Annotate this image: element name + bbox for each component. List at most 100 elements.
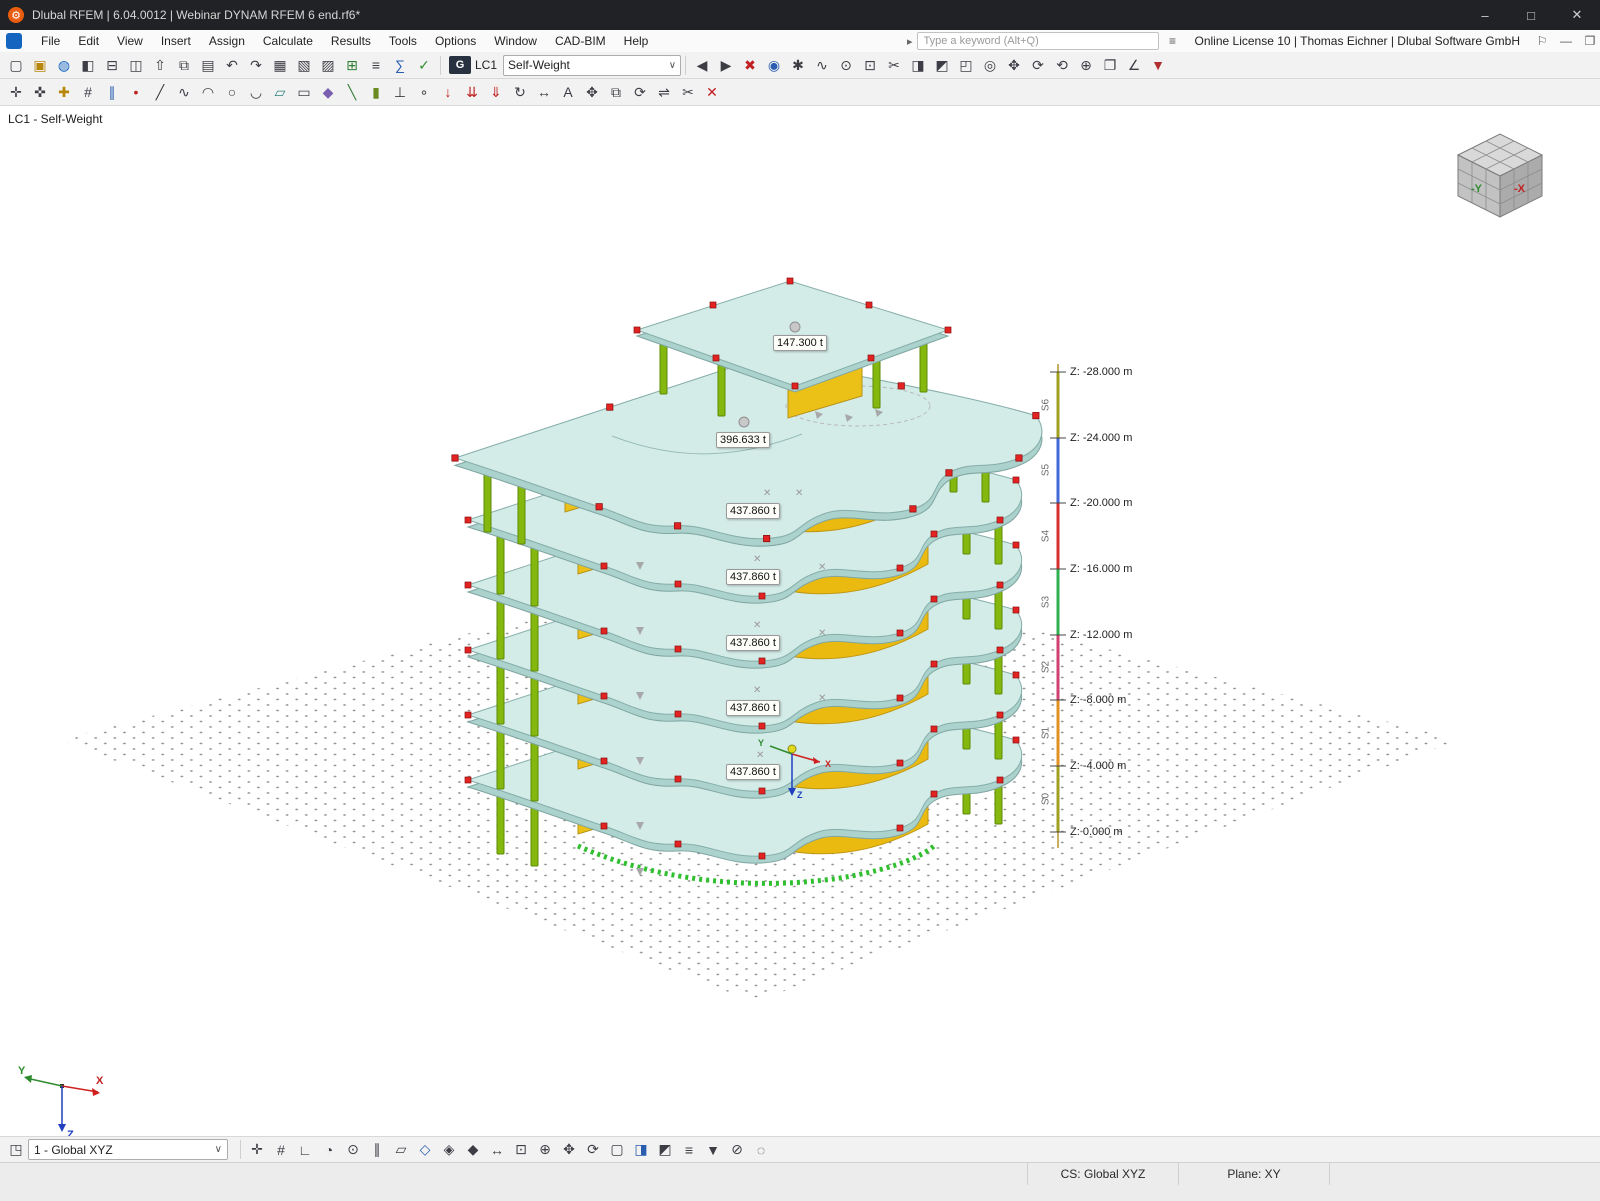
child-minimize-icon[interactable]: —: [1556, 34, 1576, 48]
next-load-case-icon[interactable]: ▶: [714, 54, 738, 77]
grid-icon[interactable]: #: [76, 81, 100, 104]
mirror-objects-icon[interactable]: ⇌: [652, 81, 676, 104]
search-expand-icon[interactable]: ▸: [907, 35, 913, 48]
line-tool-icon[interactable]: ╱: [148, 81, 172, 104]
selection-filter-icon[interactable]: ▼: [701, 1138, 725, 1161]
paste-icon[interactable]: ▤: [196, 54, 220, 77]
column-tool-icon[interactable]: ▮: [364, 81, 388, 104]
dimension-lines-icon[interactable]: ↔: [485, 1138, 509, 1161]
menu-item[interactable]: CAD-BIM: [546, 30, 615, 52]
plane-xy-icon[interactable]: ◇: [413, 1138, 437, 1161]
opening-tool-icon[interactable]: ▭: [292, 81, 316, 104]
design-check-icon[interactable]: ✓: [412, 54, 436, 77]
export-icon[interactable]: ⇧: [148, 54, 172, 77]
solid-mode-icon[interactable]: ◨: [629, 1138, 653, 1161]
navigator-icon[interactable]: ◧: [76, 54, 100, 77]
keyword-search-input[interactable]: [916, 32, 1159, 50]
ortho-toggle-icon[interactable]: ∟: [293, 1138, 317, 1161]
rotate-objects-icon[interactable]: ⟳: [628, 81, 652, 104]
isometric-view-icon[interactable]: ◰: [954, 54, 978, 77]
support-tool-icon[interactable]: ⊥: [388, 81, 412, 104]
wireframe-mode-icon[interactable]: ▢: [605, 1138, 629, 1161]
new-model-icon[interactable]: ▢: [4, 54, 28, 77]
member-tool-icon[interactable]: ╲: [340, 81, 364, 104]
result-diagram-icon[interactable]: ∿: [810, 54, 834, 77]
print-icon[interactable]: ⊟: [100, 54, 124, 77]
snap-icon[interactable]: ✚: [52, 81, 76, 104]
visibility-eye-icon[interactable]: ⊙: [834, 54, 858, 77]
circle-tool-icon[interactable]: ○: [220, 81, 244, 104]
guideline-icon[interactable]: ∥: [100, 81, 124, 104]
rotate-view-icon[interactable]: ⟳: [1026, 54, 1050, 77]
grid-toggle-icon[interactable]: #: [269, 1138, 293, 1161]
zoom-window-icon[interactable]: ⊡: [509, 1138, 533, 1161]
render-solid-icon[interactable]: ◨: [906, 54, 930, 77]
rotate-3d-icon[interactable]: ⟳: [581, 1138, 605, 1161]
menu-item[interactable]: Edit: [69, 30, 108, 52]
snap-toggle-icon[interactable]: ✛: [245, 1138, 269, 1161]
printout-report-icon[interactable]: ▨: [316, 54, 340, 77]
node-tool-icon[interactable]: •: [124, 81, 148, 104]
menu-item[interactable]: File: [32, 30, 69, 52]
polar-toggle-icon[interactable]: ◔: [317, 1138, 341, 1161]
tables-icon[interactable]: ▦: [268, 54, 292, 77]
render-transparent-icon[interactable]: ◩: [930, 54, 954, 77]
spline-tool-icon[interactable]: ◡: [244, 81, 268, 104]
select-icon[interactable]: ✛: [4, 81, 28, 104]
copy-icon[interactable]: ⧉: [172, 54, 196, 77]
line-load-icon[interactable]: ⇊: [460, 81, 484, 104]
copy-objects-icon[interactable]: ⧉: [604, 81, 628, 104]
excel-export-icon[interactable]: ⊞: [340, 54, 364, 77]
arc-tool-icon[interactable]: ◠: [196, 81, 220, 104]
minimize-button[interactable]: –: [1462, 0, 1508, 30]
open-model-icon[interactable]: ▣: [28, 54, 52, 77]
maximize-button[interactable]: □: [1508, 0, 1554, 30]
clipping-box-icon[interactable]: ⊡: [858, 54, 882, 77]
coordinate-system-select[interactable]: 1 - Global XYZ ∨: [28, 1139, 228, 1160]
layers-icon[interactable]: ≡: [677, 1138, 701, 1161]
move-objects-icon[interactable]: ✥: [580, 81, 604, 104]
trim-objects-icon[interactable]: ✂: [676, 81, 700, 104]
measure-icon[interactable]: ∠: [1122, 54, 1146, 77]
save-icon[interactable]: ◫: [124, 54, 148, 77]
spreadsheet-icon[interactable]: ▧: [292, 54, 316, 77]
child-restore-icon[interactable]: ❐: [1580, 34, 1600, 48]
delete-results-icon[interactable]: ✖: [738, 54, 762, 77]
result-values-icon[interactable]: ✱: [786, 54, 810, 77]
menu-item[interactable]: Help: [615, 30, 658, 52]
object-snap-icon[interactable]: ⊙: [341, 1138, 365, 1161]
hinge-tool-icon[interactable]: ∘: [412, 81, 436, 104]
roof-slab[interactable]: [635, 280, 950, 387]
model-viewport[interactable]: ✕ ✕ ✕ ✕ ✕ ✕ ✕ ✕ ✕ X Y Z -Y -X X Y Z LC1 …: [0, 106, 1600, 1141]
calculate-all-icon[interactable]: ∑: [388, 54, 412, 77]
filter-icon[interactable]: ▼: [1146, 54, 1170, 77]
surface-load-icon[interactable]: ⇓: [484, 81, 508, 104]
notes-icon[interactable]: ≡: [364, 54, 388, 77]
menu-item[interactable]: View: [108, 30, 152, 52]
lock-icon[interactable]: ⊘: [725, 1138, 749, 1161]
solid-tool-icon[interactable]: ◆: [316, 81, 340, 104]
plane-yz-icon[interactable]: ◆: [461, 1138, 485, 1161]
redo-icon[interactable]: ↷: [244, 54, 268, 77]
viewport-canvas[interactable]: ✕ ✕ ✕✕ ✕✕ ✕✕ ✕ X Y Z -Y -X X Y Z: [0, 106, 1600, 1141]
new-window-icon[interactable]: ❐: [1098, 54, 1122, 77]
search-options-icon[interactable]: ≡: [1163, 34, 1183, 48]
zoom-all-icon[interactable]: ⊕: [1074, 54, 1098, 77]
zoom-all-icon[interactable]: ⊕: [533, 1138, 557, 1161]
plane-xz-icon[interactable]: ◈: [437, 1138, 461, 1161]
section-cut-icon[interactable]: ✂: [882, 54, 906, 77]
dimension-icon[interactable]: ↔: [532, 81, 556, 104]
shadow-mode-icon[interactable]: ◩: [653, 1138, 677, 1161]
dlubal-center-icon[interactable]: ◍: [52, 54, 76, 77]
menu-item[interactable]: Assign: [200, 30, 254, 52]
previous-load-case-icon[interactable]: ◀: [690, 54, 714, 77]
menu-item[interactable]: Window: [485, 30, 546, 52]
moment-load-icon[interactable]: ↻: [508, 81, 532, 104]
info-icon[interactable]: ◌: [749, 1138, 773, 1161]
load-case-select[interactable]: Self-Weight ∨: [503, 54, 682, 76]
select-special-icon[interactable]: ✜: [28, 81, 52, 104]
menu-item[interactable]: Tools: [380, 30, 426, 52]
menu-item[interactable]: Results: [322, 30, 380, 52]
menu-item[interactable]: Options: [426, 30, 485, 52]
menu-item[interactable]: Calculate: [254, 30, 322, 52]
